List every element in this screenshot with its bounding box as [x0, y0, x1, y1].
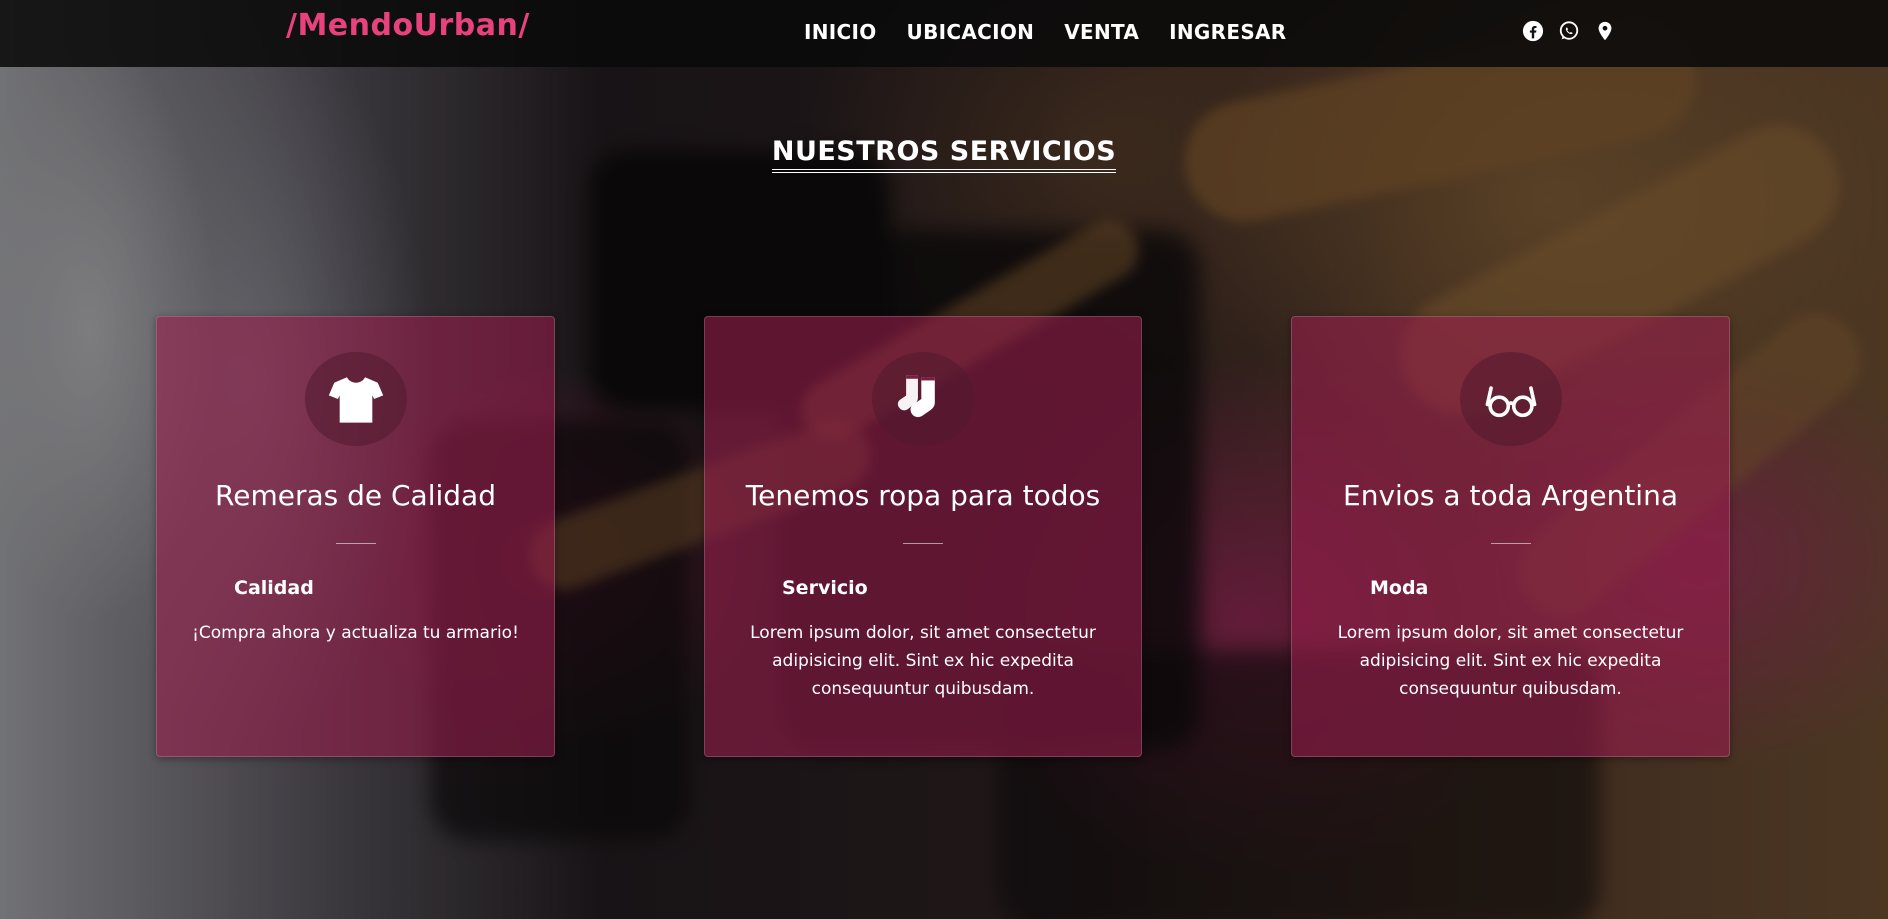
facebook-icon[interactable]	[1522, 20, 1546, 44]
card-title: Remeras de Calidad	[215, 479, 496, 512]
nav-link-venta[interactable]: VENTA	[1064, 20, 1139, 44]
service-card-quality: Remeras de Calidad Calidad ¡Compra ahora…	[156, 316, 555, 757]
nav-link-ingresar[interactable]: INGRESAR	[1169, 20, 1286, 44]
card-divider	[1490, 543, 1531, 544]
socks-icon	[897, 375, 935, 418]
card-title: Envios a toda Argentina	[1343, 479, 1678, 512]
card-subtitle: Calidad	[234, 577, 314, 599]
tshirt-icon	[328, 377, 383, 423]
icon-circle	[1459, 352, 1562, 446]
card-divider	[903, 543, 943, 544]
social-links	[1522, 20, 1618, 44]
card-text: Lorem ipsum dolor, sit amet consectetur …	[750, 623, 1096, 699]
section-title-text: NUESTROS SERVICIOS	[771, 136, 1117, 174]
card-subtitle: Moda	[1370, 577, 1429, 599]
nav-link-ubicacion[interactable]: UBICACION	[907, 20, 1035, 44]
brand-logo[interactable]: /MendoUrban/	[286, 8, 530, 43]
nav-link-inicio[interactable]: INICIO	[804, 20, 877, 44]
glasses-icon	[1485, 386, 1536, 418]
card-subtitle: Servicio	[782, 577, 868, 599]
service-card-service: Tenemos ropa para todos Servicio Lorem i…	[704, 316, 1142, 757]
main-menu: INICIO UBICACION VENTA INGRESAR	[804, 20, 1287, 44]
icon-circle	[872, 352, 974, 446]
icon-circle	[304, 352, 407, 446]
card-text: ¡Compra ahora y actualiza tu armario!	[192, 623, 519, 643]
top-navbar: /MendoUrban/ INICIO UBICACION VENTA INGR…	[0, 0, 1888, 67]
card-title: Tenemos ropa para todos	[745, 479, 1101, 512]
map-pin-icon[interactable]	[1594, 20, 1618, 44]
card-divider	[335, 543, 376, 544]
service-card-fashion: Envios a toda Argentina Moda Lorem ipsum…	[1291, 316, 1730, 757]
card-text: Lorem ipsum dolor, sit amet consectetur …	[1337, 623, 1684, 699]
section-title: NUESTROS SERVICIOS	[0, 136, 1888, 174]
whatsapp-icon[interactable]	[1558, 20, 1582, 44]
